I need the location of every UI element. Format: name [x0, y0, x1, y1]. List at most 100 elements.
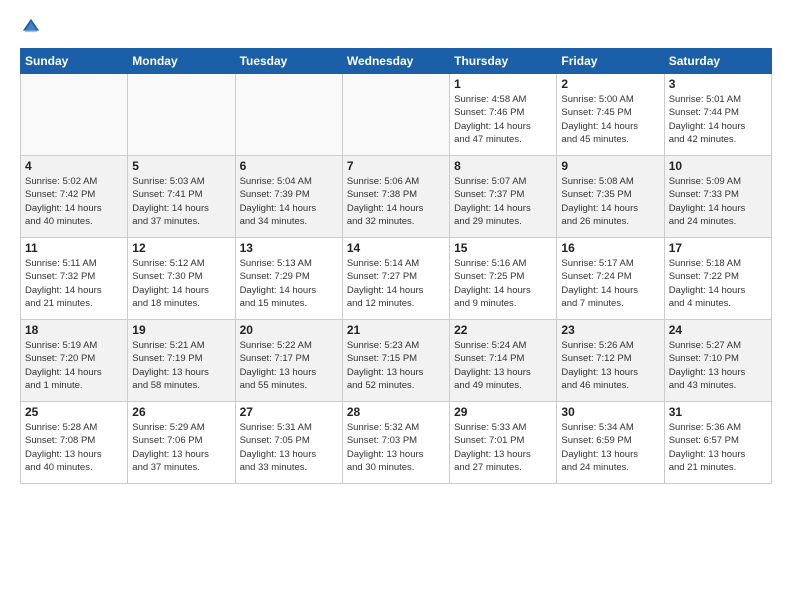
day-number: 26 — [132, 405, 230, 419]
calendar-cell: 2Sunrise: 5:00 AMSunset: 7:45 PMDaylight… — [557, 74, 664, 156]
calendar-cell: 11 Sunrise: 5:11 AMSunset: 7:32 PMDayligh… — [21, 238, 128, 320]
day-number: 22 — [454, 323, 552, 337]
calendar-cell: 5 Sunrise: 5:03 AMSunset: 7:41 PMDaylight… — [128, 156, 235, 238]
day-number: 14 — [347, 241, 445, 255]
calendar-cell: 16 Sunrise: 5:17 AMSunset: 7:24 PMDayligh… — [557, 238, 664, 320]
day-number: 29 — [454, 405, 552, 419]
logo-icon — [20, 16, 42, 38]
calendar-cell: 18 Sunrise: 5:19 AMSunset: 7:20 PMDayligh… — [21, 320, 128, 402]
calendar-cell: 19 Sunrise: 5:21 AMSunset: 7:19 PMDayligh… — [128, 320, 235, 402]
calendar-cell — [21, 74, 128, 156]
day-info: Sunrise: 5:18 AMSunset: 7:22 PMDaylight:… — [669, 257, 767, 310]
day-info: Sunrise: 5:21 AMSunset: 7:19 PMDaylight:… — [132, 339, 230, 392]
day-info: Sunrise: 5:03 AMSunset: 7:41 PMDaylight:… — [132, 175, 230, 228]
calendar-cell: 15 Sunrise: 5:16 AMSunset: 7:25 PMDayligh… — [450, 238, 557, 320]
calendar-week-4: 18 Sunrise: 5:19 AMSunset: 7:20 PMDayligh… — [21, 320, 772, 402]
day-header-saturday: Saturday — [664, 49, 771, 74]
day-number: 23 — [561, 323, 659, 337]
day-info: Sunrise: 5:29 AMSunset: 7:06 PMDaylight:… — [132, 421, 230, 474]
day-info: Sunrise: 5:27 AMSunset: 7:10 PMDaylight:… — [669, 339, 767, 392]
day-info: Sunrise: 5:23 AMSunset: 7:15 PMDaylight:… — [347, 339, 445, 392]
day-number: 19 — [132, 323, 230, 337]
calendar-cell: 31Sunrise: 5:36 AMSunset: 6:57 PMDayligh… — [664, 402, 771, 484]
day-number: 24 — [669, 323, 767, 337]
day-number: 1 — [454, 77, 552, 91]
day-number: 6 — [240, 159, 338, 173]
calendar-cell: 8Sunrise: 5:07 AMSunset: 7:37 PMDaylight… — [450, 156, 557, 238]
day-number: 5 — [132, 159, 230, 173]
day-number: 21 — [347, 323, 445, 337]
logo — [20, 16, 46, 38]
calendar-week-2: 4 Sunrise: 5:02 AMSunset: 7:42 PMDaylight… — [21, 156, 772, 238]
page: SundayMondayTuesdayWednesdayThursdayFrid… — [0, 0, 792, 612]
day-number: 11 — [25, 241, 123, 255]
calendar-cell: 1 Sunrise: 4:58 AMSunset: 7:46 PMDaylight… — [450, 74, 557, 156]
calendar-cell: 13 Sunrise: 5:13 AMSunset: 7:29 PMDayligh… — [235, 238, 342, 320]
calendar-week-3: 11 Sunrise: 5:11 AMSunset: 7:32 PMDayligh… — [21, 238, 772, 320]
day-info: Sunrise: 5:33 AMSunset: 7:01 PMDaylight:… — [454, 421, 552, 474]
day-info: Sunrise: 5:24 AMSunset: 7:14 PMDaylight:… — [454, 339, 552, 392]
calendar-cell: 9Sunrise: 5:08 AMSunset: 7:35 PMDaylight… — [557, 156, 664, 238]
calendar-cell — [235, 74, 342, 156]
day-info: Sunrise: 5:36 AMSunset: 6:57 PMDaylight:… — [669, 421, 767, 474]
day-number: 28 — [347, 405, 445, 419]
calendar-cell: 21 Sunrise: 5:23 AMSunset: 7:15 PMDayligh… — [342, 320, 449, 402]
calendar-cell: 23 Sunrise: 5:26 AMSunset: 7:12 PMDayligh… — [557, 320, 664, 402]
calendar-cell: 7 Sunrise: 5:06 AMSunset: 7:38 PMDaylight… — [342, 156, 449, 238]
day-number: 17 — [669, 241, 767, 255]
day-info: Sunrise: 5:11 AMSunset: 7:32 PMDaylight:… — [25, 257, 123, 310]
calendar-week-1: 1 Sunrise: 4:58 AMSunset: 7:46 PMDaylight… — [21, 74, 772, 156]
day-number: 4 — [25, 159, 123, 173]
day-number: 12 — [132, 241, 230, 255]
day-info: Sunrise: 5:07 AMSunset: 7:37 PMDaylight:… — [454, 175, 552, 228]
calendar-cell — [128, 74, 235, 156]
day-header-sunday: Sunday — [21, 49, 128, 74]
day-info: Sunrise: 5:06 AMSunset: 7:38 PMDaylight:… — [347, 175, 445, 228]
day-header-thursday: Thursday — [450, 49, 557, 74]
day-number: 10 — [669, 159, 767, 173]
day-number: 7 — [347, 159, 445, 173]
day-info: Sunrise: 4:58 AMSunset: 7:46 PMDaylight:… — [454, 93, 552, 146]
day-number: 15 — [454, 241, 552, 255]
day-header-tuesday: Tuesday — [235, 49, 342, 74]
day-info: Sunrise: 5:16 AMSunset: 7:25 PMDaylight:… — [454, 257, 552, 310]
calendar-week-5: 25Sunrise: 5:28 AMSunset: 7:08 PMDayligh… — [21, 402, 772, 484]
day-info: Sunrise: 5:04 AMSunset: 7:39 PMDaylight:… — [240, 175, 338, 228]
day-info: Sunrise: 5:32 AMSunset: 7:03 PMDaylight:… — [347, 421, 445, 474]
day-info: Sunrise: 5:19 AMSunset: 7:20 PMDaylight:… — [25, 339, 123, 392]
calendar-cell: 29 Sunrise: 5:33 AMSunset: 7:01 PMDayligh… — [450, 402, 557, 484]
day-info: Sunrise: 5:31 AMSunset: 7:05 PMDaylight:… — [240, 421, 338, 474]
calendar-cell — [342, 74, 449, 156]
day-header-wednesday: Wednesday — [342, 49, 449, 74]
calendar-cell: 25Sunrise: 5:28 AMSunset: 7:08 PMDayligh… — [21, 402, 128, 484]
day-info: Sunrise: 5:14 AMSunset: 7:27 PMDaylight:… — [347, 257, 445, 310]
day-number: 27 — [240, 405, 338, 419]
calendar-cell: 12 Sunrise: 5:12 AMSunset: 7:30 PMDayligh… — [128, 238, 235, 320]
calendar-cell: 10Sunrise: 5:09 AMSunset: 7:33 PMDayligh… — [664, 156, 771, 238]
calendar-cell: 6 Sunrise: 5:04 AMSunset: 7:39 PMDaylight… — [235, 156, 342, 238]
calendar-cell: 14 Sunrise: 5:14 AMSunset: 7:27 PMDayligh… — [342, 238, 449, 320]
calendar-table: SundayMondayTuesdayWednesdayThursdayFrid… — [20, 48, 772, 484]
day-number: 13 — [240, 241, 338, 255]
day-number: 20 — [240, 323, 338, 337]
day-number: 25 — [25, 405, 123, 419]
day-info: Sunrise: 5:02 AMSunset: 7:42 PMDaylight:… — [25, 175, 123, 228]
day-info: Sunrise: 5:13 AMSunset: 7:29 PMDaylight:… — [240, 257, 338, 310]
calendar-cell: 3Sunrise: 5:01 AMSunset: 7:44 PMDaylight… — [664, 74, 771, 156]
calendar-cell: 22 Sunrise: 5:24 AMSunset: 7:14 PMDayligh… — [450, 320, 557, 402]
day-info: Sunrise: 5:12 AMSunset: 7:30 PMDaylight:… — [132, 257, 230, 310]
day-number: 18 — [25, 323, 123, 337]
calendar-cell: 24 Sunrise: 5:27 AMSunset: 7:10 PMDayligh… — [664, 320, 771, 402]
day-number: 2 — [561, 77, 659, 91]
day-info: Sunrise: 5:08 AMSunset: 7:35 PMDaylight:… — [561, 175, 659, 228]
calendar-cell: 4 Sunrise: 5:02 AMSunset: 7:42 PMDaylight… — [21, 156, 128, 238]
header — [20, 16, 772, 38]
day-number: 16 — [561, 241, 659, 255]
day-info: Sunrise: 5:26 AMSunset: 7:12 PMDaylight:… — [561, 339, 659, 392]
calendar-cell: 20Sunrise: 5:22 AMSunset: 7:17 PMDayligh… — [235, 320, 342, 402]
calendar-cell: 26 Sunrise: 5:29 AMSunset: 7:06 PMDayligh… — [128, 402, 235, 484]
day-header-monday: Monday — [128, 49, 235, 74]
day-header-friday: Friday — [557, 49, 664, 74]
day-number: 3 — [669, 77, 767, 91]
day-info: Sunrise: 5:17 AMSunset: 7:24 PMDaylight:… — [561, 257, 659, 310]
